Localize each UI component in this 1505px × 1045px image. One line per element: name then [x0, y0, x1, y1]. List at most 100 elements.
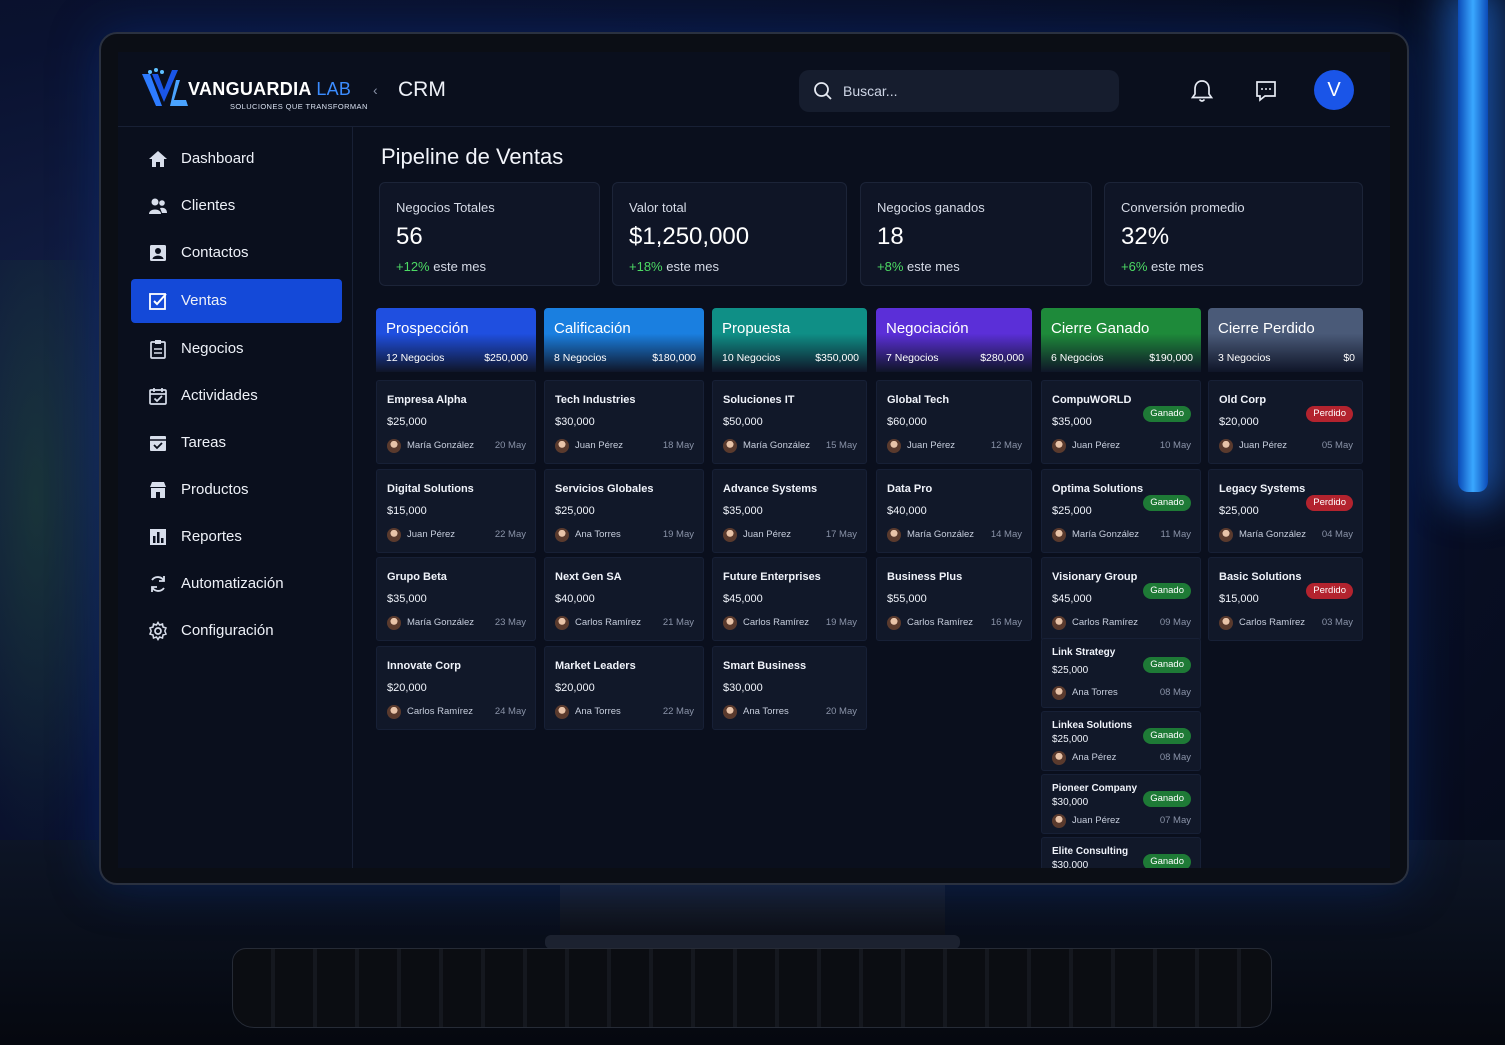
- neon-light: [1458, 0, 1488, 492]
- owner-avatar: [723, 616, 737, 630]
- deal-card[interactable]: Global Tech $60,000 Juan Pérez 12 May: [876, 380, 1032, 464]
- sidebar-item-clientes[interactable]: Clientes: [131, 184, 342, 228]
- sidebar-item-configuracion[interactable]: Configuración: [131, 609, 342, 653]
- deal-card[interactable]: CompuWORLD $35,000 Juan Pérez 10 May Ganado: [1041, 380, 1201, 464]
- pipeline-column: Prospección 12 Negocios $250,000 Empresa Al…: [376, 308, 536, 730]
- deal-card[interactable]: Future Enterprises $45,000 Carlos Ramírez 1…: [712, 557, 867, 641]
- stat-change-suffix: este mes: [666, 259, 719, 274]
- deal-date: 05 May: [1321, 440, 1353, 451]
- column-header[interactable]: Propuesta 10 Negocios $350,000: [712, 308, 867, 372]
- owner-name: Carlos Ramírez: [575, 617, 641, 628]
- column-count: 6 Negocios: [1051, 352, 1104, 364]
- deal-card[interactable]: Linkea Solutions $25,000 Ana Pérez 08 May Ga…: [1041, 711, 1201, 771]
- column-header[interactable]: Cierre Perdido 3 Negocios $0: [1208, 308, 1363, 372]
- back-chevron-icon[interactable]: ‹: [373, 82, 378, 98]
- deal-card[interactable]: Elite Consulting$30,000María González06 …: [1041, 837, 1201, 868]
- deal-card[interactable]: Servicios Globales $25,000 Ana Torres 19 Ma…: [544, 469, 704, 553]
- column-value: $0: [1343, 352, 1355, 364]
- deal-date: 19 May: [662, 529, 694, 540]
- deal-date: 10 May: [1159, 440, 1191, 451]
- search-bar[interactable]: [799, 70, 1119, 112]
- owner-avatar: [887, 439, 901, 453]
- sidebar-item-contactos[interactable]: Contactos: [131, 231, 342, 275]
- deal-card[interactable]: Digital Solutions $15,000 Juan Pérez 22 May: [376, 469, 536, 553]
- sidebar-item-dashboard[interactable]: Dashboard: [131, 137, 342, 181]
- sidebar-item-tareas[interactable]: Tareas: [131, 421, 342, 465]
- stat-value: 56: [396, 223, 423, 250]
- owner-name: Carlos Ramírez: [407, 706, 473, 717]
- top-header: VANGUARDIA LAB SOLUCIONES QUE TRANSFORMA…: [118, 52, 1390, 127]
- deal-card[interactable]: Legacy Systems $25,000 María González 04 Ma…: [1208, 469, 1363, 553]
- owner-name: Juan Pérez: [1239, 440, 1288, 451]
- deal-card[interactable]: Market Leaders $20,000 Ana Torres 22 May: [544, 646, 704, 730]
- stat-label: Negocios Totales: [396, 200, 495, 215]
- sidebar-item-ventas[interactable]: Ventas: [131, 279, 342, 323]
- sidebar-item-negocios[interactable]: Negocios: [131, 327, 342, 371]
- deal-amount: $25,000: [1052, 665, 1089, 676]
- deal-amount: $25,000: [387, 416, 427, 428]
- calendar-check-icon: [149, 388, 167, 405]
- owner-avatar: [887, 528, 901, 542]
- deal-card[interactable]: Link Strategy $25,000 Ana Torres 08 May Gana…: [1041, 638, 1201, 708]
- deal-card[interactable]: Basic Solutions $15,000 Carlos Ramírez 03 M…: [1208, 557, 1363, 641]
- logo-mark-icon: [142, 68, 188, 106]
- chat-icon[interactable]: [1253, 78, 1279, 104]
- sync-icon: [151, 576, 165, 592]
- search-input[interactable]: [843, 70, 1103, 112]
- users-icon: [149, 198, 167, 214]
- owner-name: Juan Pérez: [907, 440, 956, 451]
- pipeline-column: Cierre Ganado 6 Negocios $190,000 CompuWORL…: [1041, 308, 1201, 868]
- deal-card[interactable]: Business Plus $55,000 Carlos Ramírez 16 May: [876, 557, 1032, 641]
- column-count: 10 Negocios: [722, 352, 781, 364]
- brand-logo[interactable]: VANGUARDIA LAB SOLUCIONES QUE TRANSFORMA…: [140, 66, 367, 114]
- deal-amount: $25,000: [1052, 505, 1092, 517]
- status-badge: Perdido: [1306, 495, 1353, 511]
- owner-name: Juan Pérez: [575, 440, 624, 451]
- deal-card[interactable]: Advance Systems $35,000 Juan Pérez 17 May: [712, 469, 867, 553]
- deal-card[interactable]: Pioneer Company $30,000 Juan Pérez 07 May Ga…: [1041, 774, 1201, 834]
- deal-card[interactable]: Soluciones IT $50,000 María González 15 May: [712, 380, 867, 464]
- sidebar-item-actividades[interactable]: Actividades: [131, 374, 342, 418]
- deal-card[interactable]: Empresa Alpha $25,000 María González 20 May: [376, 380, 536, 464]
- bell-icon[interactable]: [1189, 78, 1215, 104]
- deal-amount: $45,000: [723, 593, 763, 605]
- deal-amount: $25,000: [555, 505, 595, 517]
- owner-avatar: [1219, 528, 1233, 542]
- sidebar-item-label: Contactos: [181, 244, 249, 261]
- column-header[interactable]: Negociación 7 Negocios $280,000: [876, 308, 1032, 372]
- column-header[interactable]: Calificación 8 Negocios $180,000: [544, 308, 704, 372]
- sidebar-item-automatizacion[interactable]: Automatización: [131, 562, 342, 606]
- deal-card[interactable]: Next Gen SA $40,000 Carlos Ramírez 21 May: [544, 557, 704, 641]
- deal-card[interactable]: Innovate Corp $20,000 Carlos Ramírez 24 May: [376, 646, 536, 730]
- deal-date: 23 May: [494, 617, 526, 628]
- owner-name: Ana Pérez: [1072, 752, 1117, 763]
- deal-card[interactable]: Old Corp $20,000 Juan Pérez 05 May Perdido: [1208, 380, 1363, 464]
- stat-card-won-deals: Negocios ganados 18 +8% este mes: [860, 182, 1092, 286]
- stat-value: 18: [877, 223, 904, 250]
- deal-card[interactable]: Optima Solutions $25,000 María González 11 …: [1041, 469, 1201, 553]
- deal-amount: $35,000: [387, 593, 427, 605]
- deal-card[interactable]: Tech Industries $30,000 Juan Pérez 18 May: [544, 380, 704, 464]
- owner-name: Ana Torres: [743, 706, 789, 717]
- deal-name: Future Enterprises: [723, 571, 821, 583]
- column-count: 7 Negocios: [886, 352, 939, 364]
- deal-amount: $30,000: [1052, 860, 1089, 868]
- deal-name: Market Leaders: [555, 660, 636, 672]
- deal-amount: $15,000: [1219, 593, 1259, 605]
- owner-name: Carlos Ramírez: [1239, 617, 1305, 628]
- monitor-stand: [560, 880, 945, 942]
- user-avatar[interactable]: V: [1314, 70, 1354, 110]
- column-header[interactable]: Cierre Ganado 6 Negocios $190,000: [1041, 308, 1201, 372]
- deal-card[interactable]: Smart Business $30,000 Ana Torres 20 May: [712, 646, 867, 730]
- column-header[interactable]: Prospección 12 Negocios $250,000: [376, 308, 536, 372]
- deal-card[interactable]: Visionary Group $45,000 Carlos Ramírez 09 M…: [1041, 557, 1201, 641]
- deal-name: Digital Solutions: [387, 483, 474, 495]
- sidebar-item-reportes[interactable]: Reportes: [131, 515, 342, 559]
- owner-avatar: [387, 439, 401, 453]
- checkbox-icon: [149, 293, 167, 310]
- deal-card[interactable]: Data Pro $40,000 María González 14 May: [876, 469, 1032, 553]
- deal-card[interactable]: Grupo Beta $35,000 María González 23 May: [376, 557, 536, 641]
- sidebar-item-productos[interactable]: Productos: [131, 468, 342, 512]
- owner-avatar: [1052, 616, 1066, 630]
- column-value: $350,000: [815, 352, 859, 364]
